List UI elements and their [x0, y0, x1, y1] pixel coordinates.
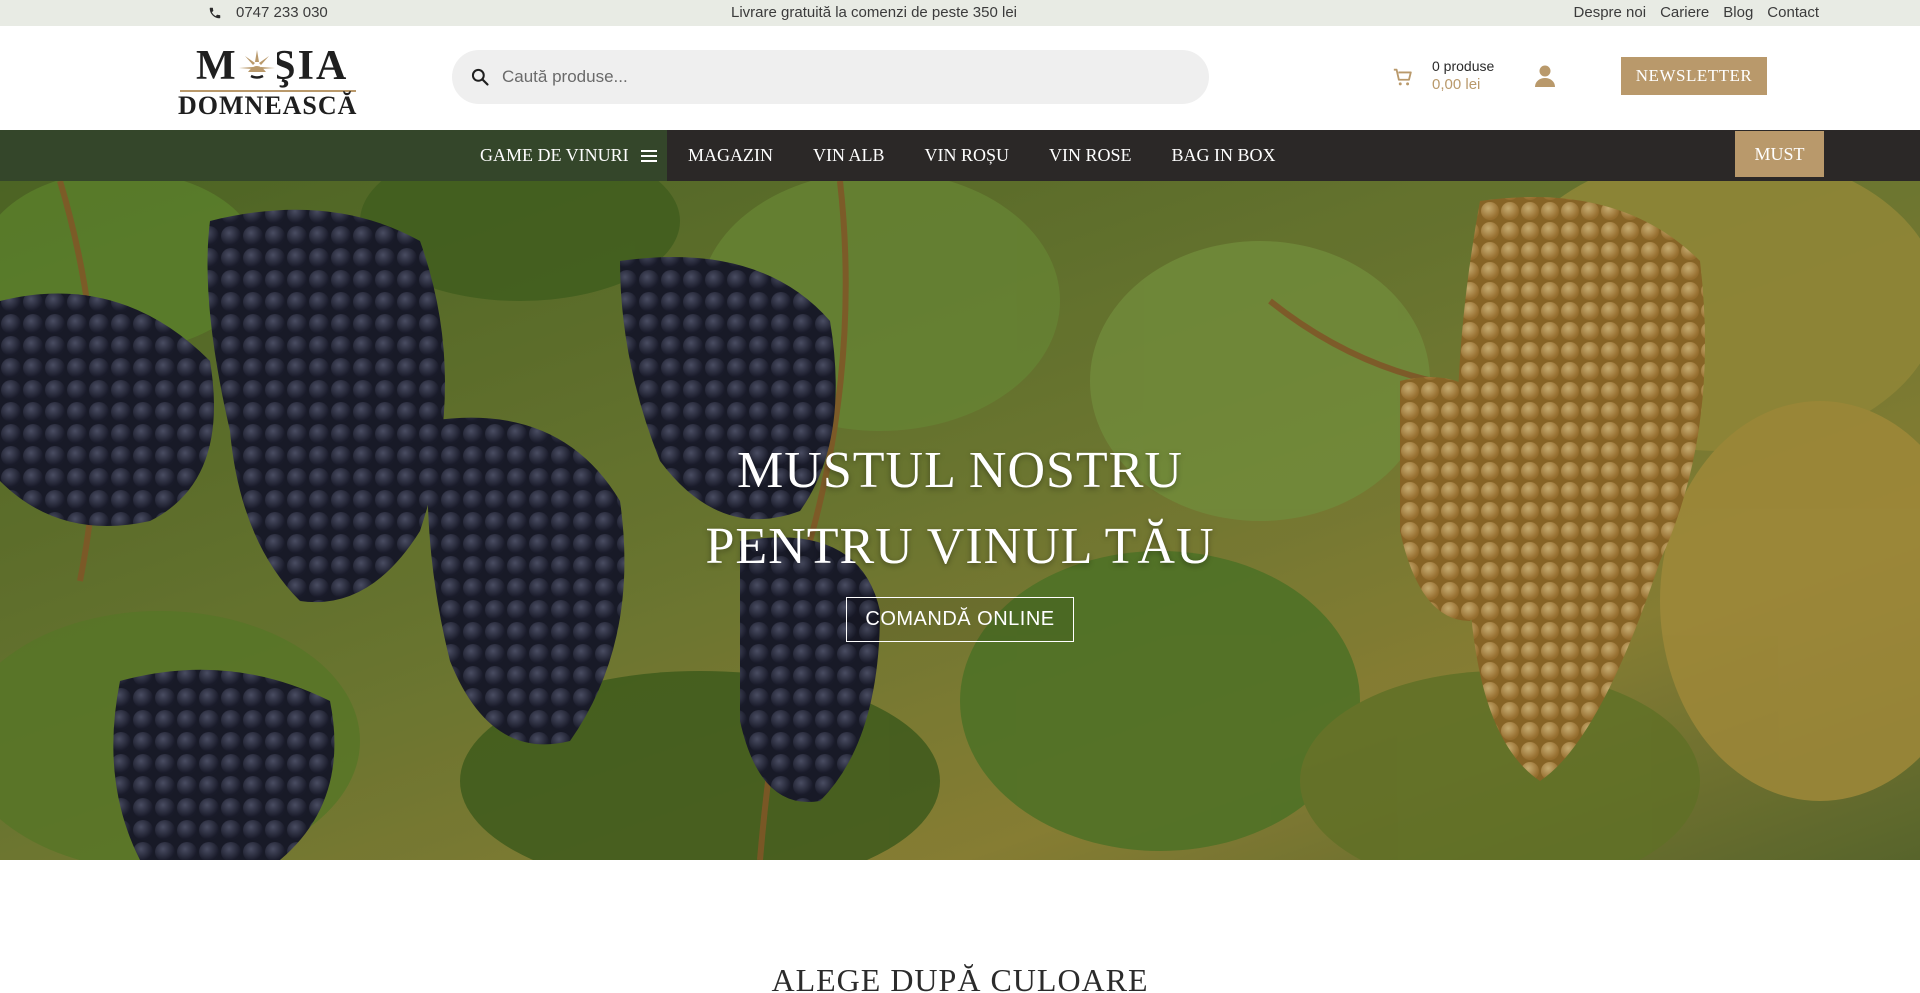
must-button[interactable]: MUST — [1735, 131, 1824, 177]
link-cariere[interactable]: Cariere — [1660, 4, 1709, 21]
cart-icon[interactable] — [1392, 66, 1414, 88]
search-icon[interactable] — [470, 67, 490, 87]
site-logo[interactable]: MOŞIA DOMNEASCĂ — [178, 40, 360, 120]
link-contact[interactable]: Contact — [1767, 4, 1819, 21]
logo-line2: DOMNEASCĂ — [178, 91, 358, 120]
cart-summary: 0 produse 0,00 lei — [1432, 58, 1494, 93]
hamburger-menu-icon[interactable] — [640, 149, 657, 163]
mini-cart[interactable]: 0 produse 0,00 lei — [1392, 58, 1494, 93]
top-utility-bar: 0747 233 030 Livrare gratuită la comenzi… — [0, 0, 1920, 26]
order-online-button[interactable]: COMANDĂ ONLINE — [846, 597, 1074, 642]
link-despre-noi[interactable]: Despre noi — [1574, 4, 1647, 21]
logo-sun-icon — [237, 46, 277, 82]
section-title-choose-by-color: ALEGE DUPĂ CULOARE — [771, 962, 1149, 993]
cart-total: 0,00 lei — [1432, 76, 1481, 93]
cart-count: 0 produse — [1432, 58, 1495, 74]
nav-item-vin-rosu[interactable]: VIN ROȘU — [925, 145, 1010, 166]
game-de-vinuri-menu[interactable]: GAME DE VINURI — [480, 130, 657, 181]
hero-title-line1: MUSTUL NOSTRU — [737, 442, 1183, 499]
link-blog[interactable]: Blog — [1723, 4, 1753, 21]
search-input[interactable] — [502, 67, 1182, 87]
top-links: Despre noi Cariere Blog Contact — [1574, 4, 1819, 21]
search-bar[interactable] — [452, 50, 1209, 104]
nav-items: MAGAZIN VIN ALB VIN ROȘU VIN ROSE BAG IN… — [688, 130, 1276, 181]
nav-item-magazin[interactable]: MAGAZIN — [688, 145, 773, 166]
site-header: MOŞIA DOMNEASCĂ 0 produse 0,00 lei NEW — [0, 26, 1920, 130]
hero-title-line2: PENTRU VINUL TĂU — [705, 518, 1215, 575]
nav-item-vin-rose[interactable]: VIN ROSE — [1049, 145, 1132, 166]
main-navigation: GAME DE VINURI MAGAZIN VIN ALB VIN ROȘU … — [0, 130, 1920, 181]
game-de-vinuri-label[interactable]: GAME DE VINURI — [480, 145, 629, 166]
free-shipping-promo: Livrare gratuită la comenzi de peste 350… — [731, 4, 1017, 21]
hero-banner: MUSTUL NOSTRU PENTRU VINUL TĂU COMANDĂ O… — [0, 181, 1920, 860]
nav-item-bag-in-box[interactable]: BAG IN BOX — [1172, 145, 1276, 166]
user-account-icon[interactable] — [1534, 64, 1556, 88]
newsletter-button[interactable]: NEWSLETTER — [1621, 57, 1767, 95]
nav-item-vin-alb[interactable]: VIN ALB — [813, 145, 885, 166]
